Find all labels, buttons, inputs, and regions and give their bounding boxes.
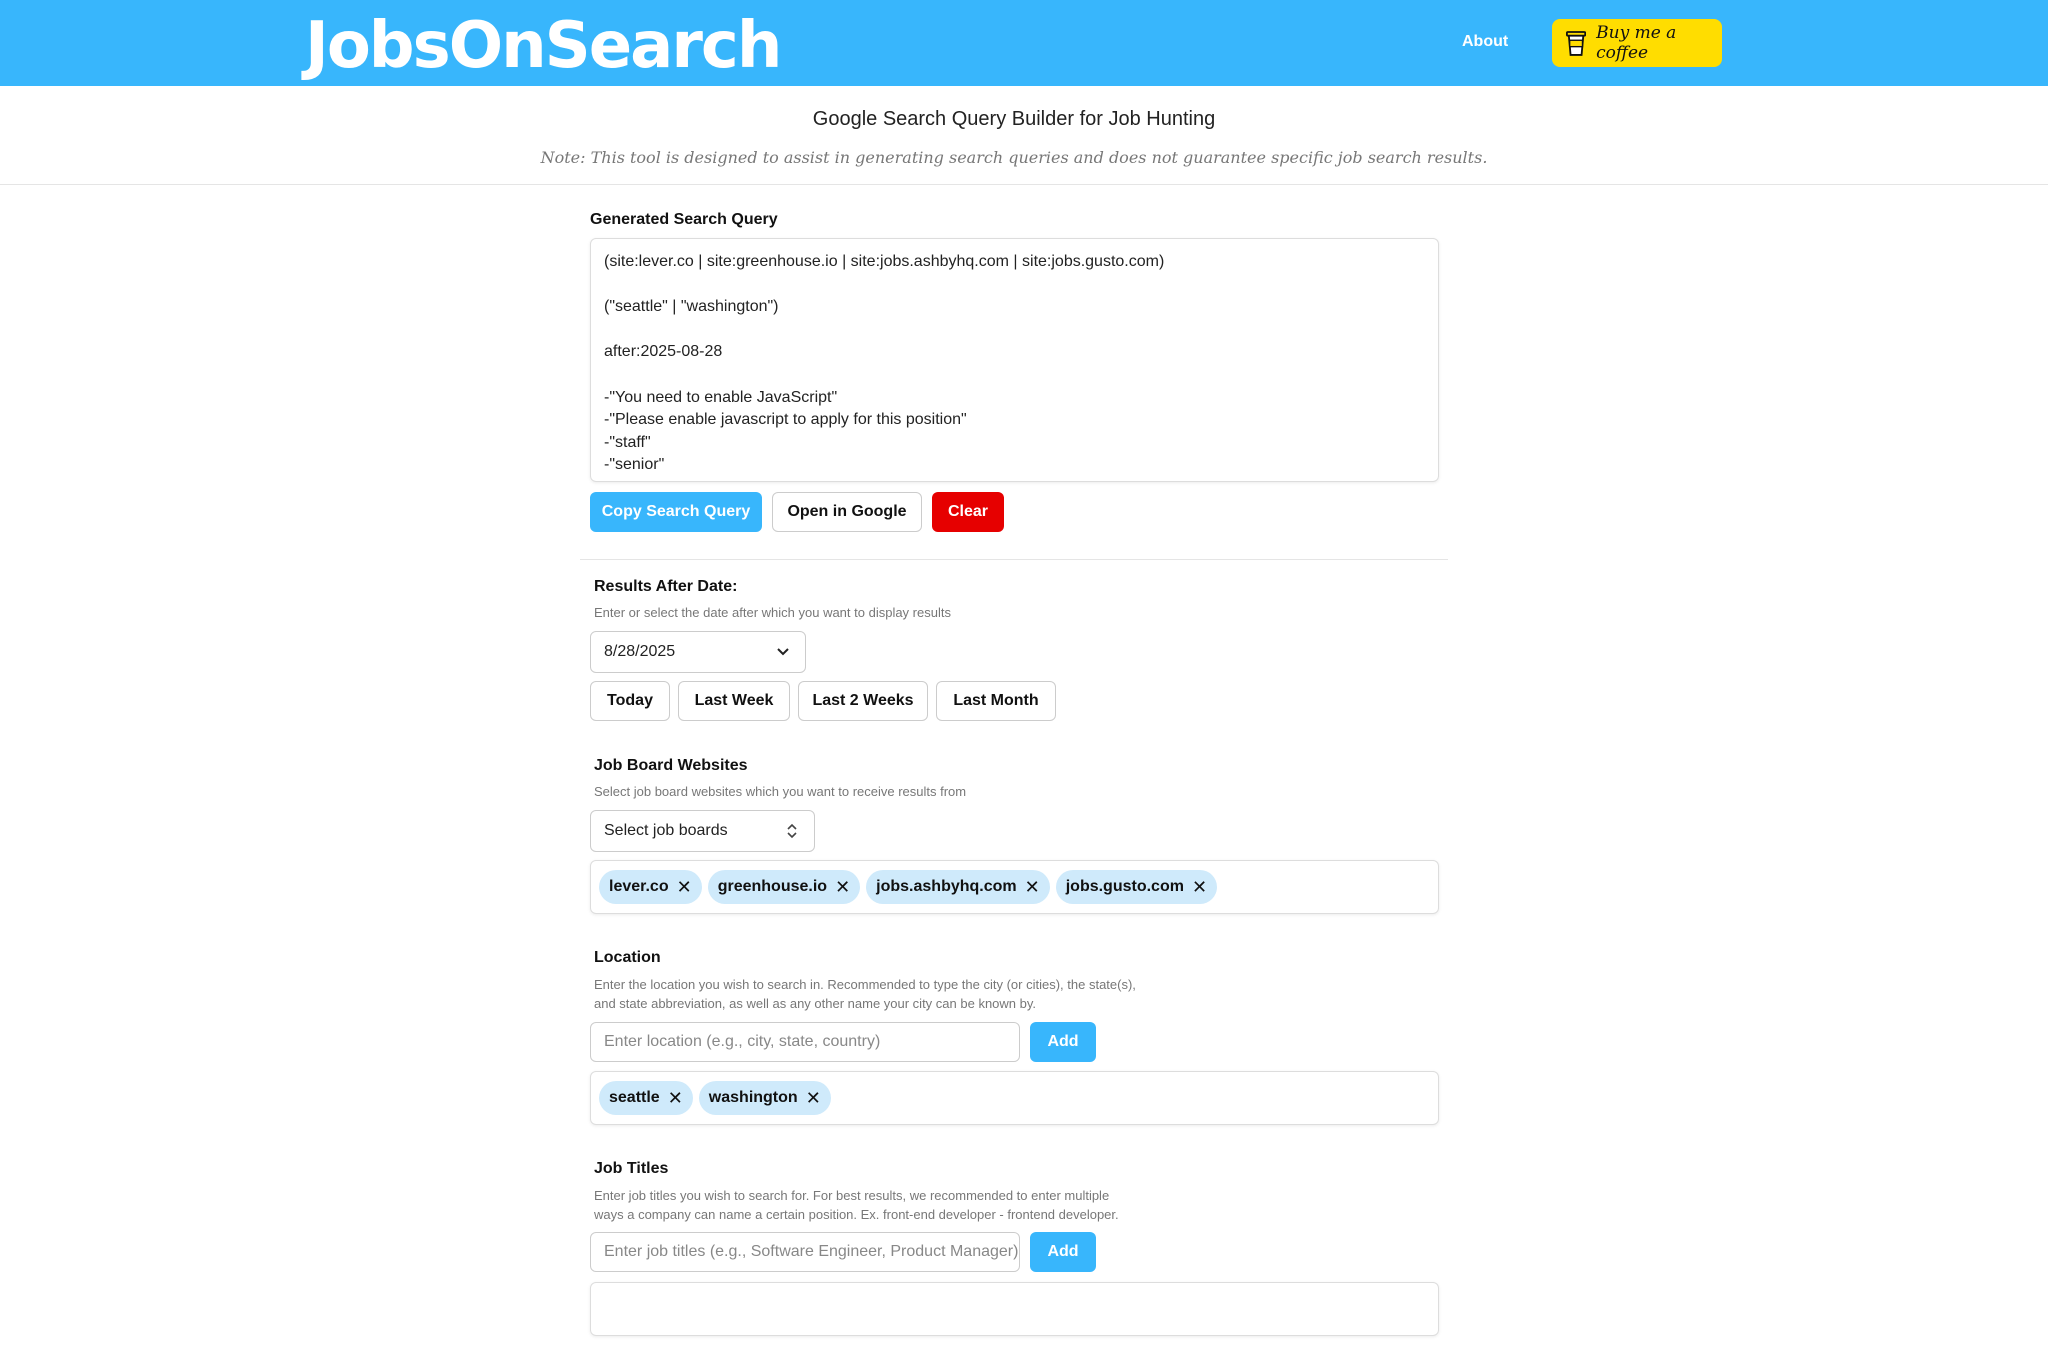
date-value: 8/28/2025 [604, 643, 676, 660]
query-label: Generated Search Query [590, 211, 778, 228]
date-label: Results After Date: [594, 578, 738, 595]
job-boards-select[interactable]: Select job boards [590, 810, 815, 852]
section-divider [580, 559, 1448, 560]
chip-label: jobs.ashbyhq.com [876, 878, 1017, 895]
job-titles-help-line2: ways a company can name a certain positi… [594, 1207, 1119, 1222]
location-chip: seattle ✕ [599, 1081, 693, 1115]
close-icon[interactable]: ✕ [835, 877, 850, 898]
job-board-chip: jobs.ashbyhq.com ✕ [866, 870, 1050, 904]
page-title: Google Search Query Builder for Job Hunt… [812, 108, 1216, 130]
header-divider [0, 184, 2048, 185]
chip-label: seattle [609, 1089, 660, 1106]
about-link[interactable]: About [1462, 33, 1508, 51]
close-icon[interactable]: ✕ [1025, 877, 1040, 898]
last-2-weeks-button[interactable]: Last 2 Weeks [798, 681, 928, 721]
job-titles-help-line1: Enter job titles you wish to search for.… [594, 1188, 1110, 1203]
chevron-down-icon [777, 648, 789, 656]
close-icon[interactable]: ✕ [668, 1088, 683, 1109]
add-location-button[interactable]: Add [1030, 1022, 1096, 1062]
add-job-title-button[interactable]: Add [1030, 1232, 1096, 1272]
job-boards-label: Job Board Websites [594, 757, 748, 774]
job-board-chip: jobs.gusto.com ✕ [1055, 870, 1218, 904]
today-button[interactable]: Today [590, 681, 670, 721]
copy-query-button[interactable]: Copy Search Query [590, 492, 762, 532]
job-boards-help-text: Select job board websites which you want… [594, 784, 967, 799]
job-boards-select-label: Select job boards [604, 822, 728, 839]
coffee-cup-icon [1566, 31, 1587, 56]
last-month-button[interactable]: Last Month [936, 681, 1056, 721]
location-input[interactable] [590, 1022, 1020, 1062]
chip-label: lever.co [609, 878, 669, 895]
close-icon[interactable]: ✕ [1192, 877, 1207, 898]
site-logo[interactable]: JobsOnSearch [305, 10, 782, 82]
date-picker[interactable]: 8/28/2025 [590, 631, 806, 673]
job-boards-chip-list: lever.co ✕ greenhouse.io ✕ jobs.ashbyhq.co… [590, 860, 1439, 914]
job-titles-label: Job Titles [594, 1160, 669, 1177]
buy-me-a-coffee-button[interactable]: Buy me a coffee [1552, 19, 1722, 67]
coffee-button-label: Buy me a coffee [1596, 23, 1677, 63]
disclaimer-note: Note: This tool is designed to assist in… [540, 148, 1488, 167]
location-chip-list: seattle ✕ washington ✕ [590, 1071, 1439, 1125]
search-query-textarea[interactable]: (site:lever.co | site:greenhouse.io | si… [590, 238, 1439, 482]
top-nav-bar: JobsOnSearch About Buy me a coffee [0, 0, 2048, 86]
job-titles-input[interactable] [590, 1232, 1020, 1272]
chevron-up-down-icon [787, 823, 797, 839]
chip-label: greenhouse.io [717, 878, 828, 895]
chip-label: jobs.gusto.com [1065, 878, 1184, 895]
job-titles-chip-list [590, 1282, 1439, 1336]
close-icon[interactable]: ✕ [677, 877, 692, 898]
date-help-text: Enter or select the date after which you… [594, 605, 951, 620]
last-week-button[interactable]: Last Week [678, 681, 790, 721]
location-help-line1: Enter the location you wish to search in… [594, 977, 1136, 992]
job-board-chip: lever.co ✕ [599, 870, 702, 904]
chip-label: washington [708, 1089, 798, 1106]
close-icon[interactable]: ✕ [806, 1088, 821, 1109]
clear-button[interactable]: Clear [932, 492, 1004, 532]
location-label: Location [594, 949, 661, 966]
open-in-google-button[interactable]: Open in Google [772, 492, 922, 532]
location-chip: washington ✕ [698, 1081, 831, 1115]
job-board-chip: greenhouse.io ✕ [707, 870, 861, 904]
location-help-line2: and state abbreviation, as well as any o… [594, 996, 1037, 1011]
